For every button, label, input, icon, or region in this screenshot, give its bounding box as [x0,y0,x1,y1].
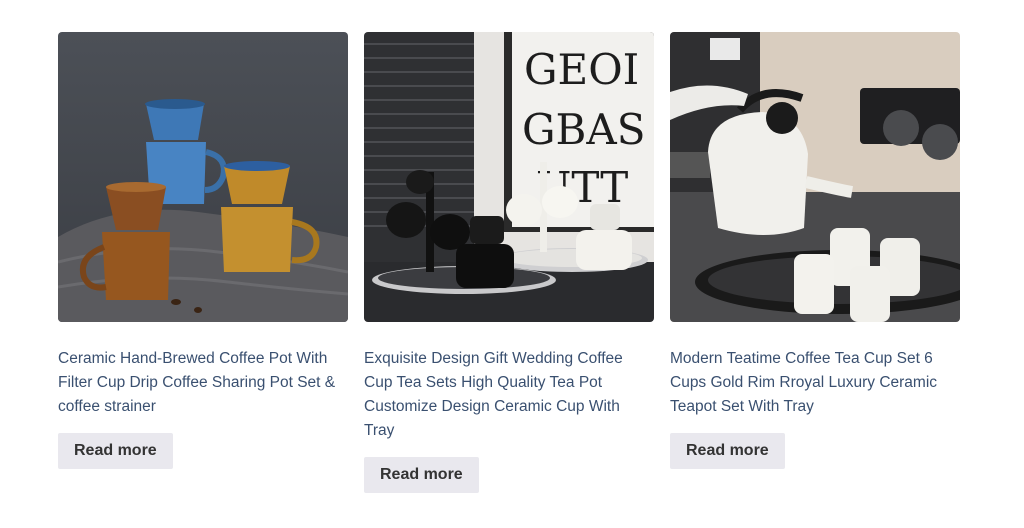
product-card: Modern Teatime Coffee Tea Cup Set 6 Cups… [670,32,960,493]
read-more-button[interactable]: Read more [670,433,785,469]
poster-lettering: GEOI [524,45,639,94]
product-image[interactable] [670,32,960,322]
read-more-button[interactable]: Read more [364,457,479,493]
product-image[interactable]: GEOI GBAS UTT [364,32,654,322]
poster-lettering: GBAS [522,105,646,154]
product-title[interactable]: Modern Teatime Coffee Tea Cup Set 6 Cups… [670,347,960,419]
product-card: GEOI GBAS UTT Exquisite Design Gift Wedd… [364,32,654,493]
product-image[interactable] [58,32,348,322]
product-grid: Ceramic Hand-Brewed Coffee Pot With Filt… [58,32,960,493]
product-title[interactable]: Exquisite Design Gift Wedding Coffee Cup… [364,347,654,443]
read-more-button[interactable]: Read more [58,433,173,469]
product-title[interactable]: Ceramic Hand-Brewed Coffee Pot With Filt… [58,347,348,419]
product-card: Ceramic Hand-Brewed Coffee Pot With Filt… [58,32,348,493]
